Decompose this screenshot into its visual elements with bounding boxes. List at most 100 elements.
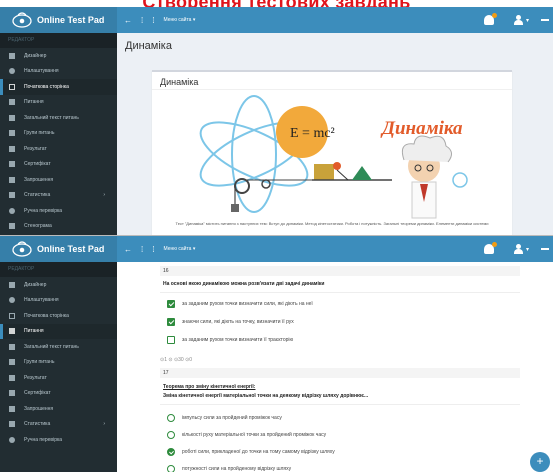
nav-item-2[interactable]: ⁞ — [152, 245, 154, 254]
site-menu-dropdown[interactable]: Меню сайта ▾ — [163, 17, 195, 23]
answer-option[interactable]: знаючи сили, які діють на точку, визначи… — [167, 318, 294, 326]
answer-label: кількості руху матеріальної точки за про… — [182, 432, 327, 438]
main-content: Динаміка Динаміка E = mc² Динаміка Тест … — [117, 33, 553, 235]
notifications-bell-icon[interactable] — [483, 13, 497, 25]
answer-option[interactable]: за заданим рухом точки визначити сили, я… — [167, 300, 313, 308]
sidebar-item-questions[interactable]: Питання — [0, 95, 117, 111]
chevron-right-icon: › — [103, 192, 105, 199]
transcript-icon — [9, 223, 15, 230]
list-icon — [9, 328, 15, 335]
answer-label: роботі сили, прикладеної до точки на том… — [182, 449, 335, 455]
sidebar-item-label: Групи питань — [24, 130, 55, 137]
sidebar-item-manual-check[interactable]: Ручна перевірка — [0, 432, 117, 448]
sidebar-item-questions[interactable]: Питання — [0, 323, 117, 339]
mechanics-diagram-icon — [312, 162, 392, 181]
bar-chart-icon — [9, 130, 15, 137]
sidebar-item-settings[interactable]: Налаштування — [0, 293, 117, 309]
top-right-tools: ▾ — [483, 7, 553, 33]
sidebar-item-question-groups[interactable]: Групи питань — [0, 126, 117, 142]
logo-icon — [12, 12, 32, 28]
checkbox-checked-icon[interactable] — [167, 318, 175, 326]
sidebar-item-label: Ручна перевірка — [24, 436, 63, 443]
answer-option[interactable]: за заданим рухом точки визначити її трає… — [167, 336, 293, 344]
text-icon — [9, 114, 15, 121]
answer-option[interactable]: потужності сили на пройденому відрізку ш… — [167, 465, 291, 472]
sidebar-toggle-icon[interactable] — [541, 248, 549, 250]
trophy-icon — [9, 145, 15, 152]
nav-item-1[interactable]: ⁞ — [141, 245, 143, 254]
user-avatar-icon[interactable] — [513, 244, 523, 254]
answer-option[interactable]: кількості руху матеріальної точки за про… — [167, 431, 326, 439]
sidebar-item-result[interactable]: Результат — [0, 141, 117, 157]
sidebar-item-label: Запрошення — [24, 176, 54, 183]
answer-label: імпульсу сили за пройдений проміжок часу — [182, 415, 282, 421]
sidebar-item-label: Результат — [24, 145, 47, 152]
sidebar-item-designer[interactable]: Дизайнер — [0, 48, 117, 64]
logo-icon — [12, 241, 32, 257]
app-name: Online Test Pad — [37, 244, 105, 254]
answer-option[interactable]: роботі сили, прикладеної до точки на том… — [167, 448, 335, 456]
sidebar-item-label: Налаштування — [24, 297, 59, 304]
top-nav: ← ⁞ ⁞ Меню сайта ▾ — [124, 236, 204, 262]
sidebar-item-label: Дизайнер — [24, 52, 47, 59]
sidebar-item-invitations[interactable]: Запрошення — [0, 401, 117, 417]
sidebar-item-result[interactable]: Результат — [0, 370, 117, 386]
site-menu-dropdown[interactable]: Меню сайта ▾ — [163, 246, 195, 252]
sidebar-item-label: Сертифікат — [24, 390, 51, 397]
scientist-icon — [401, 135, 468, 219]
top-nav: ← ⁞ ⁞ Меню сайта ▾ — [124, 7, 204, 33]
sidebar-item-common-text[interactable]: Загальний текст питань — [0, 339, 117, 355]
app-logo[interactable]: Online Test Pad — [0, 7, 117, 33]
answer-label: за заданим рухом точки визначити її трає… — [182, 337, 294, 343]
stats-icon — [9, 192, 15, 199]
sidebar-item-question-groups[interactable]: Групи питань — [0, 355, 117, 371]
back-arrow-icon[interactable]: ← — [124, 245, 132, 254]
radio-icon[interactable] — [167, 465, 175, 472]
sidebar-item-invitations[interactable]: Запрошення — [0, 172, 117, 188]
sidebar-item-certificate[interactable]: Сертифікат — [0, 386, 117, 402]
sidebar-item-common-text[interactable]: Загальний текст питань — [0, 110, 117, 126]
sidebar-item-label: Загальний текст питань — [24, 114, 79, 121]
radio-icon[interactable] — [167, 431, 175, 439]
user-menu-caret-icon[interactable]: ▾ — [526, 246, 529, 253]
user-menu-caret-icon[interactable]: ▾ — [526, 17, 529, 24]
nav-item-1[interactable]: ⁞ — [141, 16, 143, 25]
sidebar-item-designer[interactable]: Дизайнер — [0, 277, 117, 293]
questions-panel: 16 На основі якою динамікою можна розв'я… — [117, 262, 553, 472]
sidebar-item-settings[interactable]: Налаштування — [0, 64, 117, 80]
palette-icon — [9, 281, 15, 288]
sidebar-item-label: Питання — [24, 328, 44, 335]
sidebar-item-label: Запрошення — [24, 405, 54, 412]
check-icon — [9, 436, 15, 443]
radio-icon[interactable] — [167, 414, 175, 422]
answer-option[interactable]: імпульсу сили за пройдений проміжок часу — [167, 414, 282, 422]
checkbox-icon[interactable] — [167, 336, 175, 344]
user-avatar-icon[interactable] — [513, 15, 523, 25]
gear-icon — [9, 68, 15, 75]
sidebar-item-start-page[interactable]: Початкова сторінка — [0, 79, 117, 95]
sidebar-item-label: Початкова сторінка — [24, 312, 69, 319]
app-logo[interactable]: Online Test Pad — [0, 236, 117, 262]
sidebar: РЕДАКТОР Дизайнер Налаштування Початкова… — [0, 33, 117, 235]
radio-checked-icon[interactable] — [167, 448, 175, 456]
nav-item-2[interactable]: ⁞ — [152, 16, 154, 25]
formula-text: E = mc² — [290, 126, 335, 141]
sidebar-item-certificate[interactable]: Сертифікат — [0, 157, 117, 173]
sidebar-item-manual-check[interactable]: Ручна перевірка — [0, 203, 117, 219]
sidebar-item-label: Загальний текст питань — [24, 343, 79, 350]
answer-label: знаючи сили, які діють на точку, визначи… — [182, 319, 294, 325]
back-arrow-icon[interactable]: ← — [124, 16, 132, 25]
sidebar-item-statistics[interactable]: Статистика › — [0, 188, 117, 204]
sidebar-toggle-icon[interactable] — [541, 19, 549, 21]
sidebar-item-statistics[interactable]: Статистика › — [0, 417, 117, 433]
sidebar-heading: РЕДАКТОР — [0, 33, 117, 48]
add-button[interactable]: + — [530, 452, 550, 472]
sidebar-item-label: Результат — [24, 374, 47, 381]
screenshot-intro-page: Online Test Pad ← ⁞ ⁞ Меню сайта ▾ ▾ РЕД… — [0, 7, 553, 235]
notifications-bell-icon[interactable] — [483, 242, 497, 254]
palette-icon — [9, 52, 15, 59]
sidebar-item-transcript[interactable]: Стенограма — [0, 219, 117, 235]
checkbox-checked-icon[interactable] — [167, 300, 175, 308]
sidebar-item-start-page[interactable]: Початкова сторінка — [0, 308, 117, 324]
certificate-icon — [9, 161, 15, 168]
